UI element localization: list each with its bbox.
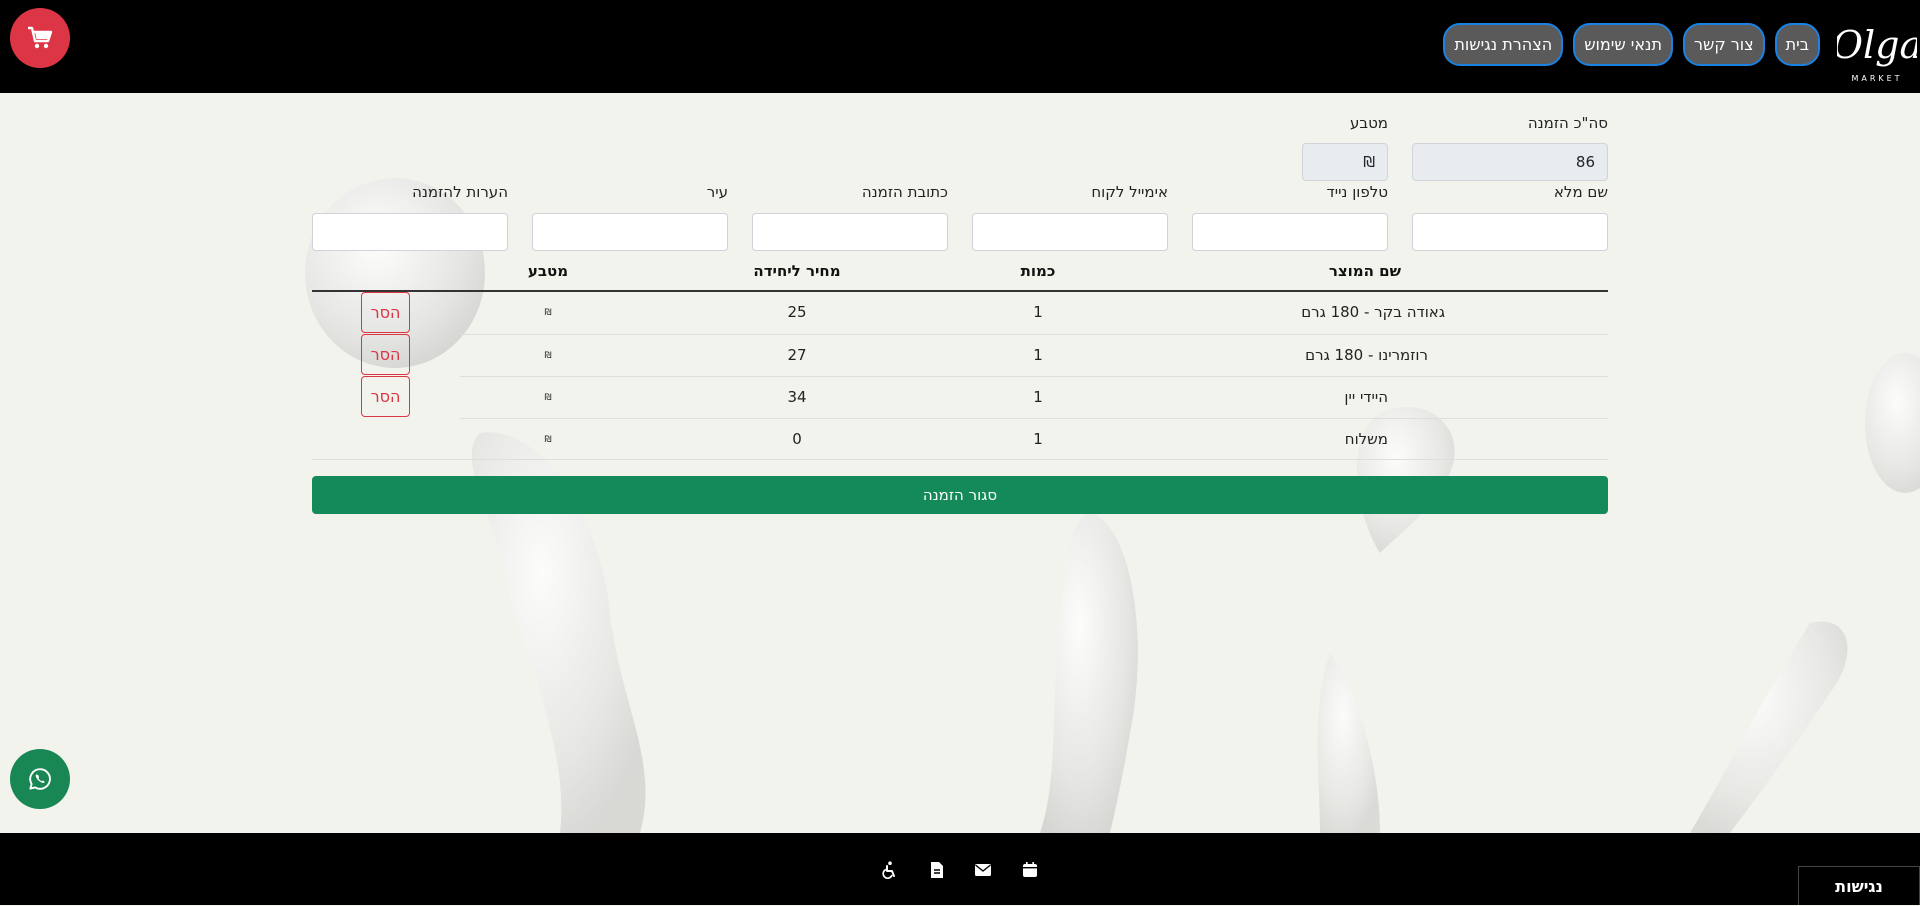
main-nav: בית צור קשר תנאי שימוש הצהרת נגישות (1443, 23, 1820, 66)
row-4-product-name: משלוח (1344, 430, 1388, 448)
milk-splash-background (305, 178, 1920, 833)
row-2-product-name: רוזמרינו - 180 גרם (1305, 346, 1428, 364)
row-4-quantity: 1 (1033, 430, 1043, 448)
phone-label: טלפון נייד (1326, 183, 1388, 201)
whatsapp-icon (29, 768, 51, 790)
row-3-unit-price: 34 (787, 388, 807, 406)
document-icon[interactable] (928, 861, 946, 879)
table-bottom-divider (312, 459, 1608, 460)
row-3-quantity: 1 (1033, 388, 1043, 406)
row-2-quantity: 1 (1033, 346, 1043, 364)
col-header-product: שם המוצר (1328, 262, 1401, 280)
nav-home-button[interactable]: בית (1774, 23, 1820, 66)
nav-contact-button[interactable]: צור קשר (1682, 23, 1765, 66)
currency-field[interactable] (1302, 143, 1388, 181)
row-2-remove-button[interactable]: הסר (361, 334, 410, 375)
full-name-input[interactable] (1412, 213, 1608, 251)
cart-button[interactable] (10, 8, 70, 68)
row-2-currency: ₪ (544, 351, 552, 361)
address-label: כתובת הזמנה (861, 183, 948, 201)
row-divider (460, 376, 1608, 377)
row-1-remove-button[interactable]: הסר (361, 292, 410, 333)
address-input[interactable] (752, 213, 948, 251)
row-4-unit-price: 0 (792, 430, 802, 448)
footer (0, 833, 1920, 905)
row-4-currency: ₪ (544, 435, 552, 445)
nav-accessibility-statement-button[interactable]: הצהרת נגישות (1443, 23, 1564, 66)
accessibility-tab[interactable]: נגישות (1798, 866, 1920, 905)
calendar-icon[interactable] (1021, 861, 1039, 879)
row-1-unit-price: 25 (787, 303, 807, 321)
olga-market-logo[interactable]: Olga MARKET (1832, 3, 1920, 85)
col-header-unit-price: מחיר ליחידה (753, 262, 841, 280)
svg-text:MARKET: MARKET (1851, 74, 1902, 83)
row-divider (460, 418, 1608, 419)
table-header-divider (312, 290, 1608, 292)
full-name-label: שם מלא (1553, 183, 1608, 201)
envelope-icon[interactable] (974, 861, 992, 879)
row-divider (460, 334, 1608, 335)
close-order-button[interactable]: סגור הזמנה (312, 476, 1608, 514)
row-3-product-name: היידי יין (1344, 388, 1388, 406)
row-2-unit-price: 27 (787, 346, 807, 364)
order-total-label: סה"כ הזמנה (1527, 114, 1608, 132)
row-3-currency: ₪ (544, 393, 552, 403)
col-header-quantity: כמות (1020, 262, 1056, 280)
svg-text:Olga: Olga (1837, 23, 1917, 67)
col-header-currency: מטבע (527, 262, 569, 280)
accessibility-icon[interactable] (881, 861, 899, 879)
city-label: עיר (706, 183, 728, 201)
nav-terms-button[interactable]: תנאי שימוש (1573, 23, 1673, 66)
row-1-currency: ₪ (544, 308, 552, 318)
order-notes-label: הערות להזמנה (412, 183, 508, 201)
order-total-field[interactable] (1412, 143, 1608, 181)
top-navbar: Olga MARKET בית צור קשר תנאי שימוש הצהרת… (0, 0, 1920, 93)
phone-input[interactable] (1192, 213, 1388, 251)
email-label: אימייל לקוח (1091, 183, 1168, 201)
email-input[interactable] (972, 213, 1168, 251)
city-input[interactable] (532, 213, 728, 251)
row-1-product-name: גאודה בקר - 180 גרם (1301, 303, 1445, 321)
whatsapp-button[interactable] (10, 749, 70, 809)
cart-icon (28, 26, 53, 49)
row-3-remove-button[interactable]: הסר (361, 376, 410, 417)
order-notes-input[interactable] (312, 213, 508, 251)
row-1-quantity: 1 (1033, 303, 1043, 321)
currency-label: מטבע (1350, 114, 1388, 132)
